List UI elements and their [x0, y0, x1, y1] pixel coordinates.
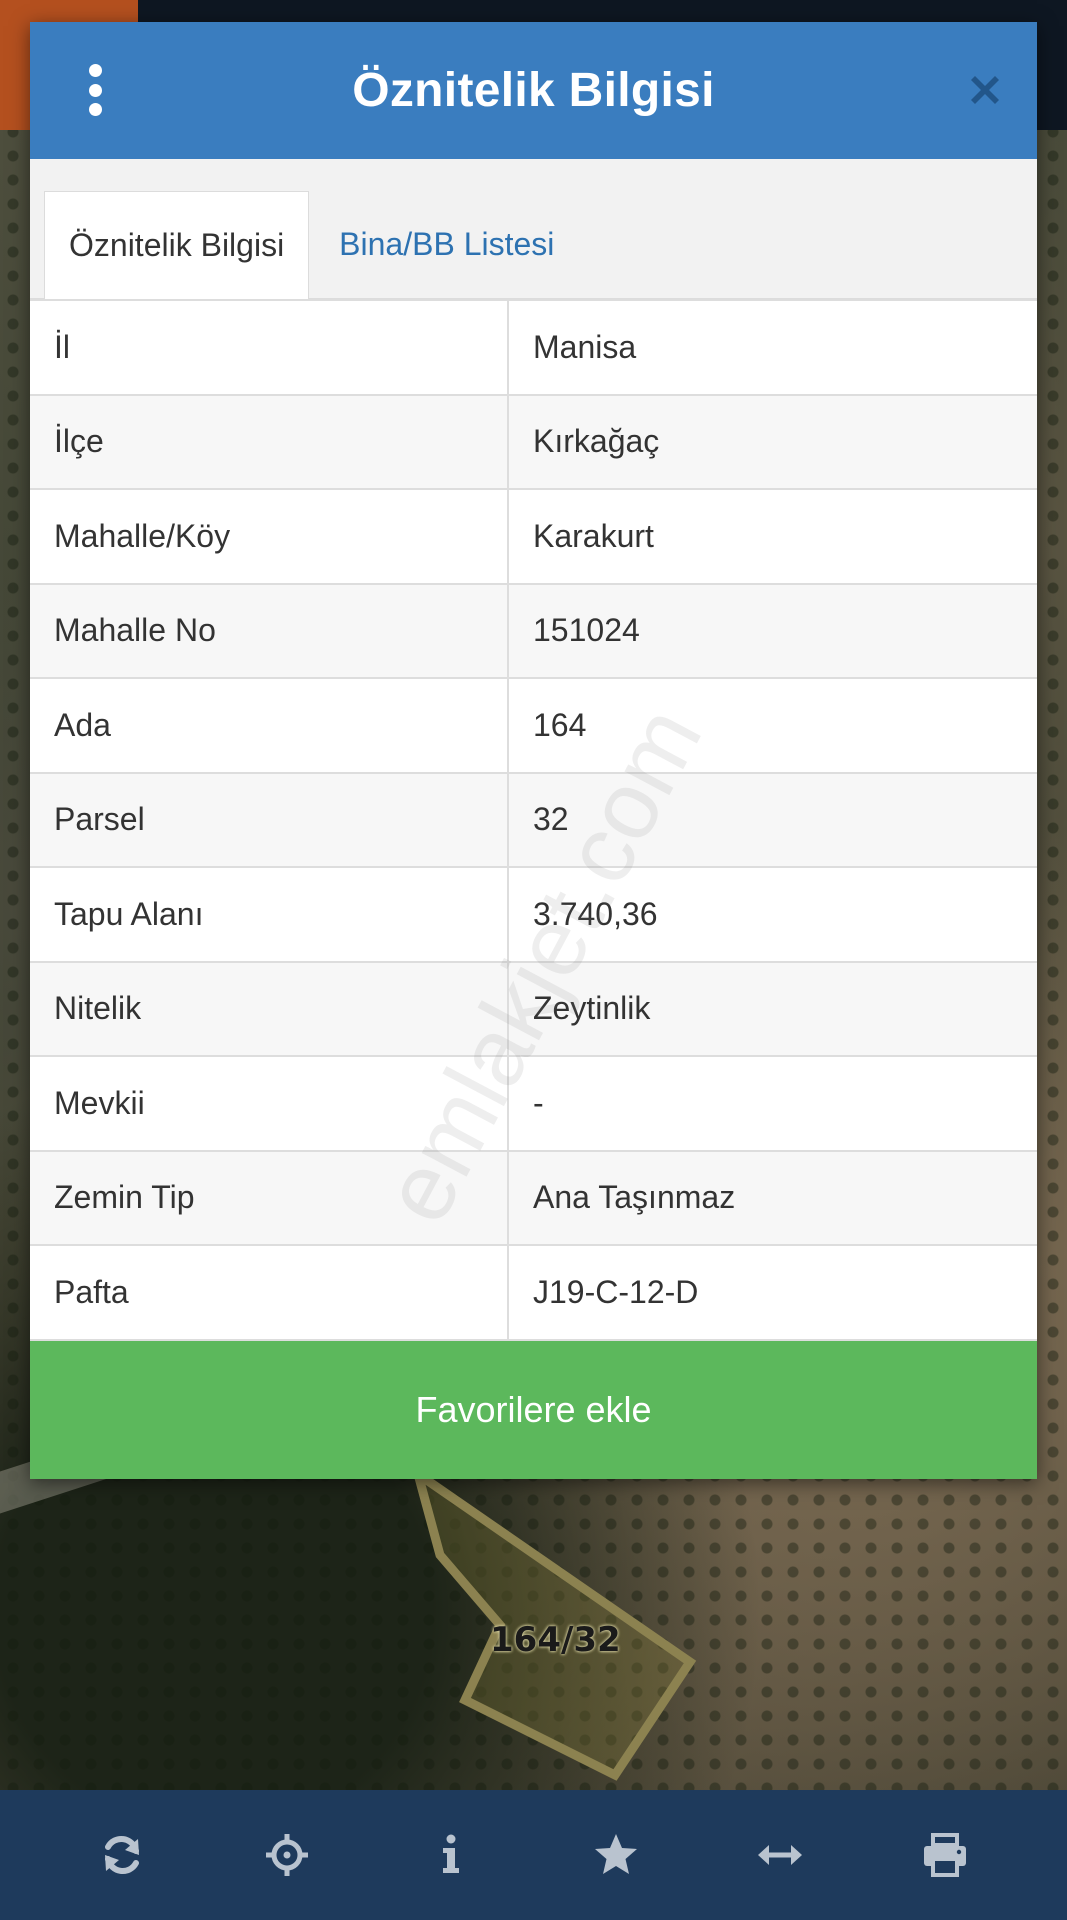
row-value-parsel: 32: [507, 771, 1037, 868]
table-row: Parsel 32: [30, 771, 1037, 868]
tab-bar: Öznitelik Bilgisi Bina/BB Listesi: [30, 159, 1037, 299]
attribute-table: İl Manisa İlçe Kırkağaç Mahalle/Köy Kara…: [30, 299, 1037, 1341]
row-key-ilce: İlçe: [30, 393, 509, 490]
more-vertical-icon[interactable]: [80, 64, 110, 116]
tab-building-list[interactable]: Bina/BB Listesi: [309, 190, 578, 298]
row-key-tapu-alani: Tapu Alanı: [30, 866, 509, 963]
star-icon[interactable]: [586, 1825, 646, 1885]
crosshair-icon[interactable]: [257, 1825, 317, 1885]
row-key-pafta: Pafta: [30, 1244, 509, 1341]
row-key-parsel: Parsel: [30, 771, 509, 868]
bottom-toolbar: [0, 1790, 1067, 1920]
row-value-zemin-tip: Ana Taşınmaz: [507, 1149, 1037, 1246]
horizontal-arrows-icon[interactable]: [750, 1825, 810, 1885]
table-row: Tapu Alanı 3.740,36: [30, 866, 1037, 963]
row-key-mevkii: Mevkii: [30, 1055, 509, 1152]
attribute-dialog: Öznitelik Bilgisi Öznitelik Bilgisi Bina…: [30, 22, 1037, 1479]
table-row: Pafta J19-C-12-D: [30, 1244, 1037, 1341]
row-value-mevkii: -: [507, 1055, 1037, 1152]
table-row: İlçe Kırkağaç: [30, 393, 1037, 490]
row-key-ada: Ada: [30, 677, 509, 774]
row-key-nitelik: Nitelik: [30, 960, 509, 1057]
table-row: Nitelik Zeytinlik: [30, 960, 1037, 1057]
close-icon[interactable]: [965, 70, 1005, 110]
row-value-mahalle-koy: Karakurt: [507, 488, 1037, 585]
table-row: Zemin Tip Ana Taşınmaz: [30, 1149, 1037, 1246]
parcel-label: 164/32: [490, 1620, 621, 1660]
row-key-zemin-tip: Zemin Tip: [30, 1149, 509, 1246]
add-to-favorites-button[interactable]: Favorilere ekle: [30, 1340, 1037, 1479]
row-value-mahalle-no: 151024: [507, 582, 1037, 679]
row-value-pafta: J19-C-12-D: [507, 1244, 1037, 1341]
printer-icon[interactable]: [915, 1825, 975, 1885]
row-value-nitelik: Zeytinlik: [507, 960, 1037, 1057]
refresh-icon[interactable]: [92, 1825, 152, 1885]
row-value-ada: 164: [507, 677, 1037, 774]
row-key-mahalle-koy: Mahalle/Köy: [30, 488, 509, 585]
row-value-ilce: Kırkağaç: [507, 393, 1037, 490]
table-row: Mahalle/Köy Karakurt: [30, 488, 1037, 585]
row-value-il: Manisa: [507, 299, 1037, 396]
table-row: Ada 164: [30, 677, 1037, 774]
row-value-tapu-alani: 3.740,36: [507, 866, 1037, 963]
table-row: İl Manisa: [30, 299, 1037, 396]
row-key-mahalle-no: Mahalle No: [30, 582, 509, 679]
table-row: Mahalle No 151024: [30, 582, 1037, 679]
dialog-header: Öznitelik Bilgisi: [30, 22, 1037, 159]
row-key-il: İl: [30, 299, 509, 396]
table-row: Mevkii -: [30, 1055, 1037, 1152]
tab-attribute-info[interactable]: Öznitelik Bilgisi: [44, 191, 310, 299]
dialog-title: Öznitelik Bilgisi: [352, 64, 715, 117]
info-icon[interactable]: [421, 1825, 481, 1885]
